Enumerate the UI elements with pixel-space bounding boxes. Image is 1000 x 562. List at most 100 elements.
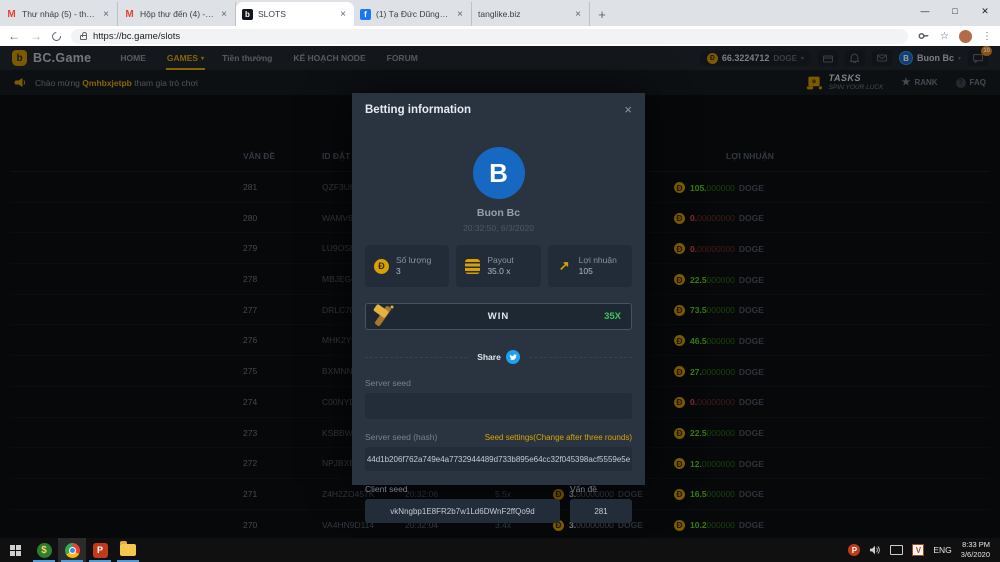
stat-value: 105: [579, 266, 617, 277]
window-maximize-button[interactable]: □: [940, 0, 970, 22]
browser-tab[interactable]: Hộp thư đến (4) - bcgamebound ×: [118, 2, 236, 26]
issue-input[interactable]: 281: [570, 499, 632, 523]
stat-value: 3: [396, 266, 431, 277]
window-minimize-button[interactable]: —: [910, 0, 940, 22]
stat-card: Lợi nhuận 105: [548, 245, 632, 287]
taskbar-app-chrome[interactable]: [58, 538, 86, 562]
modal-body: Số lượng 3 Payout 35.0 x: [352, 245, 645, 523]
browser-tab[interactable]: tanglike.biz ×: [472, 2, 590, 26]
server-seed-input[interactable]: [365, 393, 632, 419]
speaker-icon[interactable]: [869, 545, 881, 555]
bet-datetime: 20:32:50, 6/3/2020: [352, 223, 645, 233]
browser-toolbar: ← → https://bc.game/slots ☆ ⋮: [0, 26, 1000, 46]
start-button[interactable]: [0, 538, 30, 562]
screen: Thư nháp (5) - thoai14071997@ × Hộp thư …: [0, 0, 1000, 562]
taskbar-app-explorer[interactable]: [114, 538, 142, 562]
twitter-icon[interactable]: [506, 350, 520, 364]
stat-icon: [465, 259, 480, 274]
browser-profile-avatar[interactable]: [959, 30, 972, 43]
modal-title: Betting information: [365, 104, 471, 116]
server-seed-label: Server seed: [365, 378, 411, 388]
language-indicator[interactable]: ENG: [933, 545, 951, 555]
tabs-container: Thư nháp (5) - thoai14071997@ × Hộp thư …: [0, 2, 590, 26]
browser-menu-icon[interactable]: ⋮: [982, 31, 992, 42]
bookmark-star-icon[interactable]: ☆: [940, 31, 949, 42]
windows-taskbar: $ P P V ENG 8:33 PM 3/6/2020: [0, 538, 1000, 562]
taskbar-app-powerpoint[interactable]: P: [86, 538, 114, 562]
stat-text: Payout 35.0 x: [487, 255, 513, 277]
dollar-app-icon: $: [37, 543, 52, 558]
window-close-button[interactable]: ✕: [970, 0, 1000, 22]
chrome-icon: [65, 543, 80, 558]
stats-row: Số lượng 3 Payout 35.0 x: [365, 245, 632, 287]
powerpoint-icon: P: [93, 543, 108, 558]
client-seed-label-row: Client seed: [365, 484, 560, 494]
tab-close-icon[interactable]: ×: [455, 9, 465, 20]
player-name: Buon Bc: [352, 207, 645, 219]
tab-title: tanglike.biz: [478, 9, 568, 19]
stat-value: 35.0 x: [487, 266, 513, 277]
key-icon[interactable]: [918, 30, 930, 42]
tab-close-icon[interactable]: ×: [573, 9, 583, 20]
tab-title: Hộp thư đến (4) - bcgamebound: [140, 9, 214, 19]
browser-tab[interactable]: (1) Tạ Đức Dũng - Bóng Thanh N ×: [354, 2, 472, 26]
browser-tab[interactable]: SLOTS ×: [236, 2, 354, 26]
server-seed-hash-label: Server seed (hash): [365, 432, 437, 442]
server-seed-hash-label-row: Server seed (hash) Seed settings(Change …: [365, 432, 632, 442]
clock-time: 8:33 PM: [962, 540, 990, 549]
client-seed-column: Client seed vkNngbp1E8FR2b7w1Ld6DWnF2ffQ…: [365, 471, 560, 523]
hammer-icon: [370, 301, 400, 331]
tab-favicon: [124, 9, 135, 20]
client-seed-input[interactable]: vkNngbp1E8FR2b7w1Ld6DWnF2ffQo9d: [365, 499, 560, 523]
browser-tab-bar: Thư nháp (5) - thoai14071997@ × Hộp thư …: [0, 0, 1000, 26]
tab-title: SLOTS: [258, 9, 333, 19]
stat-text: Số lượng 3: [396, 255, 431, 277]
win-label: WIN: [488, 311, 509, 322]
browser-tab[interactable]: Thư nháp (5) - thoai14071997@ ×: [0, 2, 118, 26]
back-button[interactable]: ←: [8, 30, 20, 42]
share-button[interactable]: Share: [469, 350, 528, 364]
server-seed-label-row: Server seed: [365, 378, 632, 388]
tab-close-icon[interactable]: ×: [219, 9, 229, 20]
new-tab-button[interactable]: +: [590, 2, 614, 26]
tray-app-icon[interactable]: P: [848, 544, 860, 556]
share-row: Share: [365, 349, 632, 365]
share-label: Share: [477, 352, 501, 362]
tab-favicon: [242, 9, 253, 20]
clock[interactable]: 8:33 PM 3/6/2020: [961, 540, 990, 560]
modal-header: Betting information ×: [352, 93, 645, 116]
server-seed-hash-input[interactable]: 44d1b206f762a749e4a7732944489d733b895e64…: [365, 447, 632, 471]
close-icon[interactable]: ×: [624, 103, 632, 116]
forward-button[interactable]: →: [30, 30, 42, 42]
stat-icon: [557, 259, 572, 274]
stat-label: Lợi nhuận: [579, 255, 617, 266]
client-seed-label: Client seed: [365, 484, 408, 494]
url-text[interactable]: https://bc.game/slots: [93, 31, 180, 42]
stat-icon: [374, 259, 389, 274]
folder-icon: [120, 544, 136, 556]
win-banner: WIN 35X: [365, 303, 632, 330]
network-monitor-icon[interactable]: [890, 545, 903, 555]
issue-column: Vấn đề 281: [570, 471, 632, 523]
lock-icon: [80, 35, 87, 40]
stat-card: Payout 35.0 x: [456, 245, 540, 287]
issue-label: Vấn đề: [570, 484, 597, 494]
tab-title: (1) Tạ Đức Dũng - Bóng Thanh N: [376, 9, 450, 19]
tab-favicon: [360, 9, 371, 20]
stat-label: Payout: [487, 255, 513, 266]
seed-settings-link[interactable]: Seed settings(Change after three rounds): [485, 433, 632, 442]
tab-close-icon[interactable]: ×: [338, 9, 348, 20]
stat-card: Số lượng 3: [365, 245, 449, 287]
seed-columns: Client seed vkNngbp1E8FR2b7w1Ld6DWnF2ffQ…: [365, 471, 632, 523]
window-controls: — □ ✕: [910, 0, 1000, 22]
tab-close-icon[interactable]: ×: [101, 9, 111, 20]
tab-favicon: [6, 9, 17, 20]
betting-information-modal: Betting information × B Buon Bc 20:32:50…: [352, 93, 645, 485]
taskbar-app-money[interactable]: $: [30, 538, 58, 562]
tray-v-icon[interactable]: V: [912, 544, 924, 556]
reload-button[interactable]: [50, 30, 63, 43]
stat-text: Lợi nhuận 105: [579, 255, 617, 277]
win-multiplier: 35X: [604, 311, 621, 322]
address-bar[interactable]: https://bc.game/slots: [71, 29, 908, 44]
system-tray: P V ENG 8:33 PM 3/6/2020: [848, 540, 1000, 560]
